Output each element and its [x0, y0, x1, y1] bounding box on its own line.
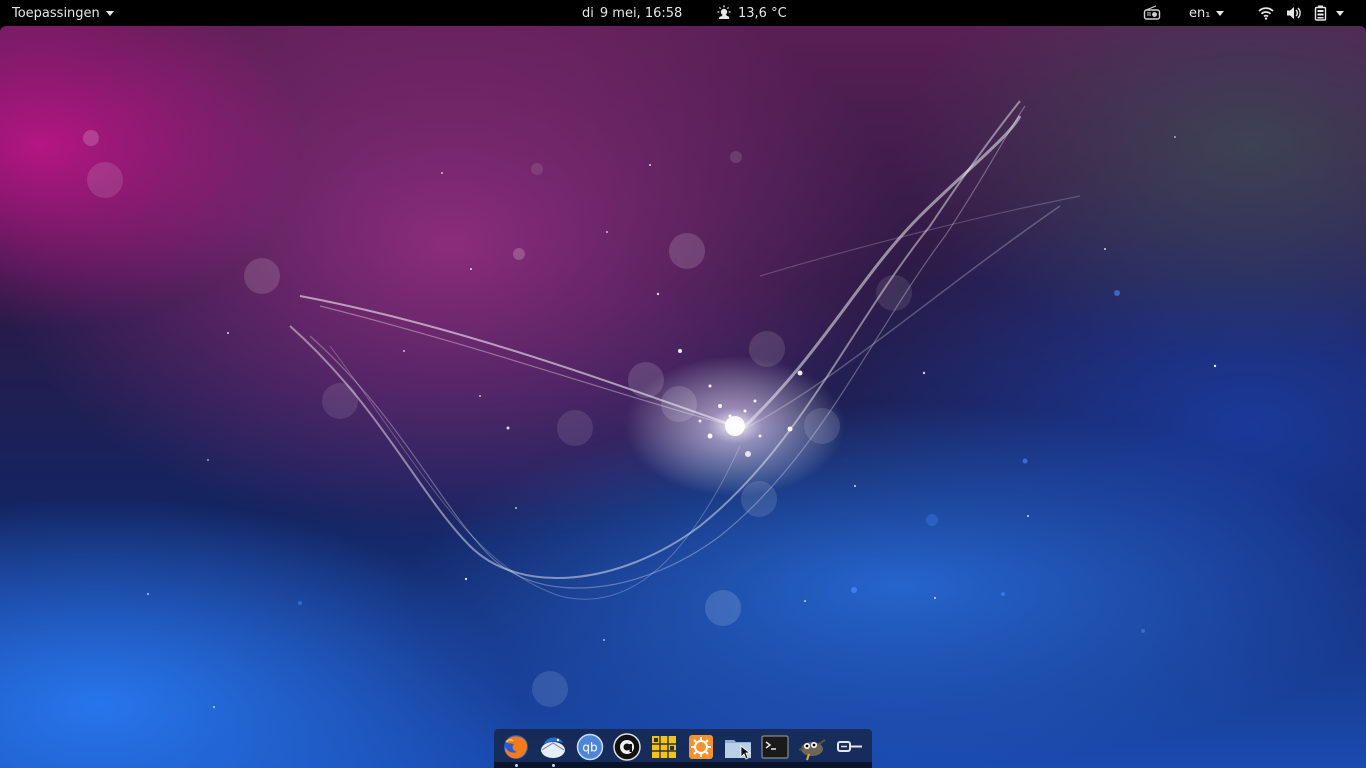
puzzle-icon[interactable] [649, 732, 679, 762]
dock-shadow [494, 762, 872, 768]
keyboard-layout-label: en₁ [1189, 5, 1211, 21]
wifi-indicator[interactable] [1258, 0, 1274, 26]
terminal-icon[interactable] [760, 732, 790, 762]
gimp-icon[interactable] [797, 732, 827, 762]
battery-icon [1314, 5, 1327, 21]
clock-datetime: 9 mei, 16:58 [599, 5, 683, 21]
amarok-icon[interactable] [612, 732, 642, 762]
chevron-down-icon [1336, 11, 1344, 16]
chevron-down-icon [105, 11, 114, 16]
running-indicator [552, 764, 555, 767]
applications-menu-label: Toepassingen [12, 5, 100, 21]
thunderbird-icon[interactable] [538, 732, 568, 762]
applications-menu[interactable]: Toepassingen [12, 0, 114, 26]
running-indicator [515, 764, 518, 767]
clock-day: di [582, 5, 594, 21]
files-icon[interactable] [723, 732, 753, 762]
radio-indicator[interactable] [1143, 0, 1161, 26]
weather-temperature: 13,6 °C [738, 5, 787, 21]
top-bar: Toepassingen di 9 mei, 16:58 13,6 °C en₁ [0, 0, 1366, 26]
svg-text:qb: qb [582, 741, 597, 755]
wifi-icon [1258, 7, 1274, 20]
firefox-icon[interactable] [501, 732, 531, 762]
desktop-wallpaper[interactable] [0, 26, 1366, 768]
qbittorrent-icon[interactable]: qb [575, 732, 605, 762]
radio-icon [1143, 5, 1161, 20]
system-menu-button[interactable] [1336, 0, 1344, 26]
wallpaper-art [83, 100, 1217, 708]
software-update-icon[interactable] [686, 732, 716, 762]
volume-indicator[interactable] [1286, 0, 1302, 26]
chevron-down-icon [1216, 11, 1225, 16]
partly-sunny-icon [717, 5, 731, 19]
weather-indicator[interactable]: 13,6 °C [716, 0, 787, 26]
volume-icon [1287, 7, 1301, 19]
plug-icon[interactable] [834, 732, 864, 762]
keyboard-layout-menu[interactable]: en₁ [1189, 0, 1225, 26]
clock[interactable]: di 9 mei, 16:58 [582, 0, 682, 26]
battery-indicator[interactable] [1314, 0, 1328, 26]
